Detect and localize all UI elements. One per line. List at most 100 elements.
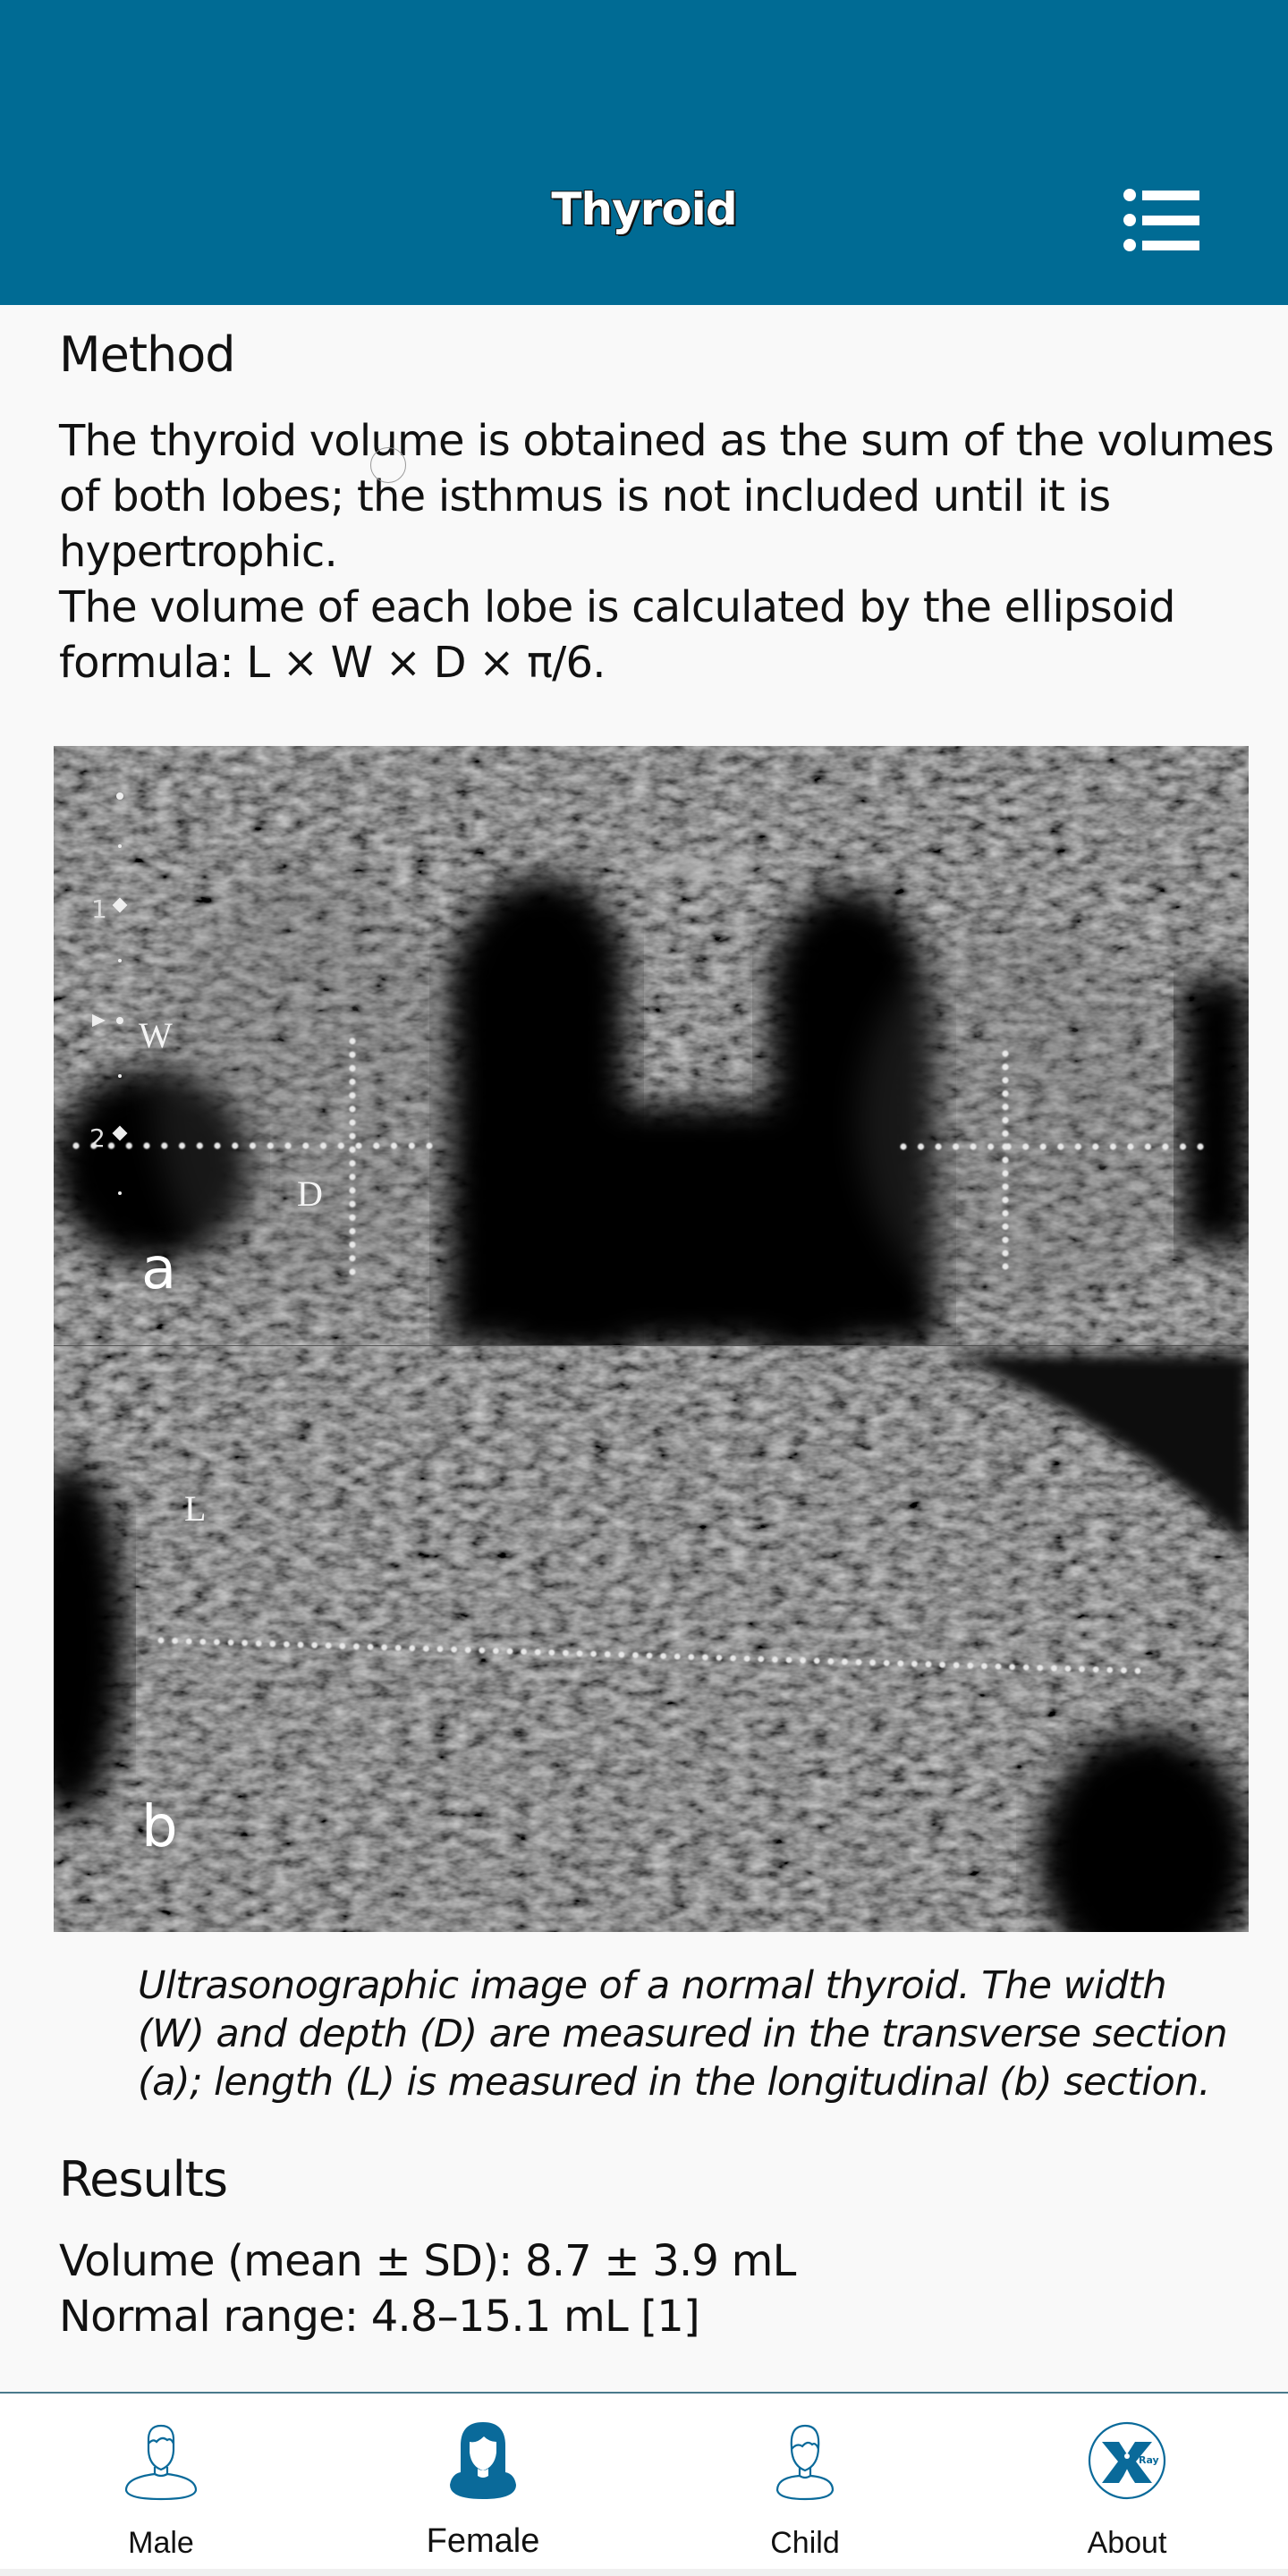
panel-a-transverse (54, 746, 1249, 1345)
caliper-dot (1074, 1143, 1081, 1150)
caliper-dot (1002, 1116, 1009, 1123)
caliper-dot (311, 1641, 318, 1648)
caliper-dot (337, 1142, 344, 1149)
caliper-dot (1179, 1143, 1187, 1150)
caliper-dot (1002, 1050, 1009, 1057)
caliper-dot (939, 1661, 945, 1668)
caliper-dot (394, 1644, 402, 1651)
caliper-dot (172, 1638, 179, 1644)
caliper-dot (716, 1655, 723, 1661)
caliper-dot (1106, 1666, 1114, 1674)
caliper-dot (1002, 1263, 1009, 1270)
caliper-dot (349, 1146, 356, 1153)
caliper-dot (302, 1142, 309, 1149)
caliper-dot (232, 1142, 239, 1149)
caliper-dot (1009, 1664, 1015, 1670)
caliper-dot (981, 1663, 987, 1670)
caliper-dot (464, 1647, 471, 1654)
caliper-dot (758, 1656, 765, 1663)
caliper-dot (1051, 1665, 1057, 1672)
tab-male[interactable]: Male (0, 2394, 322, 2569)
caliper-dot (987, 1143, 995, 1150)
caliper-dot (72, 1142, 80, 1149)
caliper-dot (1002, 1183, 1009, 1191)
caliper-dot (157, 1637, 165, 1644)
caliper-dot (1002, 1170, 1009, 1177)
caliper-dot (604, 1651, 611, 1657)
caliper-dot (227, 1640, 234, 1646)
figure-caption: Ultrasonographic image of a normal thyro… (138, 1963, 1228, 2105)
caliper-dot (1002, 1130, 1009, 1137)
caliper-dot (688, 1654, 695, 1660)
caliper-dot (1127, 1143, 1134, 1150)
caliper-dot (1002, 1250, 1009, 1257)
caliper-dot (408, 1142, 415, 1149)
caliper-dot (911, 1660, 918, 1667)
caliper-dot (349, 1106, 356, 1113)
caliper-dot (426, 1142, 433, 1149)
caliper-dot (563, 1649, 569, 1657)
caliper-dot (1144, 1143, 1151, 1150)
caliper-dot (730, 1655, 736, 1662)
results-values: Volume (mean ± SD): 8.7 ± 3.9 mL Normal … (59, 2233, 796, 2344)
menu-button[interactable] (1120, 181, 1204, 252)
caliper-dot (995, 1663, 1002, 1670)
caliper-dot (178, 1142, 186, 1149)
female-person-icon (450, 2422, 516, 2499)
caliper-dot (436, 1646, 444, 1653)
caliper-dot (199, 1639, 207, 1645)
caliper-dot (349, 1078, 356, 1086)
caliper-dot (772, 1657, 778, 1663)
panel-b-label: b (141, 1794, 178, 1860)
caliper-dot (107, 1142, 115, 1149)
svg-text:Ray: Ray (1139, 2454, 1159, 2466)
caliper-dot (618, 1651, 625, 1658)
caliper-dot (297, 1641, 304, 1648)
caliper-dot (339, 1642, 346, 1649)
caliper-dot (1039, 1143, 1046, 1150)
caliper-dot (897, 1660, 904, 1667)
volume-stat: Volume (mean ± SD): 8.7 ± 3.9 mL (59, 2236, 796, 2286)
caliper-dot (1002, 1090, 1009, 1097)
caliper-dot (660, 1653, 666, 1659)
caliper-dot (646, 1652, 653, 1659)
tab-about[interactable]: Ray About (966, 2394, 1288, 2569)
caliper-dot (423, 1645, 429, 1652)
system-nav-strip (0, 2569, 1288, 2576)
caliper-dot (521, 1648, 527, 1655)
caliper-dot (967, 1662, 974, 1669)
caliper-dot (249, 1142, 257, 1149)
caliper-dot (827, 1657, 835, 1665)
caliper-dot (1057, 1143, 1064, 1150)
method-paragraph: The volume of each lobe is calculated by… (59, 582, 1175, 688)
caliper-dot (349, 1092, 356, 1099)
male-person-icon (124, 2424, 198, 2501)
caliper-dot (917, 1143, 925, 1150)
caliper-dot (284, 1641, 290, 1648)
caliper-dot (1002, 1209, 1009, 1217)
tab-female[interactable]: Female (322, 2394, 644, 2569)
caliper-dot (267, 1142, 274, 1149)
caliper-dot (214, 1639, 220, 1646)
caliper-dot (349, 1160, 356, 1167)
caliper-dot (970, 1143, 977, 1150)
normal-range: Normal range: 4.8–15.1 mL [1] (59, 2292, 700, 2342)
caliper-dot (1162, 1143, 1169, 1150)
caliper-dot (900, 1143, 907, 1150)
caliper-dot (409, 1645, 416, 1652)
caliper-dot (1002, 1157, 1009, 1164)
caliper-dot (869, 1659, 876, 1666)
caliper-dot (590, 1650, 597, 1657)
caliper-dot (883, 1659, 890, 1666)
caliper-dot (349, 1200, 356, 1208)
bottom-tab-bar: Male Female Child Ray About (0, 2392, 1288, 2569)
caliper-dot (349, 1268, 356, 1275)
caliper-dot (743, 1656, 750, 1662)
caliper-dot (214, 1142, 221, 1149)
tab-child[interactable]: Child (644, 2394, 966, 2569)
caliper-dot (800, 1657, 806, 1664)
caliper-dot (390, 1142, 398, 1149)
caliper-dot (925, 1661, 932, 1668)
ultrasound-image: 1 2 W D L a b (54, 746, 1249, 1932)
caliper-dot (813, 1657, 820, 1665)
